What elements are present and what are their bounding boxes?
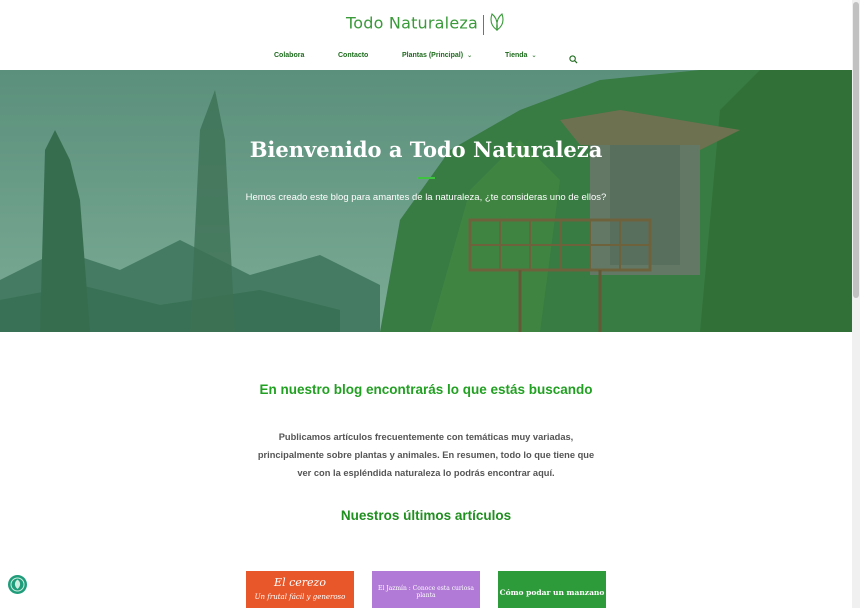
latest-articles-heading: Nuestros últimos artículos (340, 508, 512, 523)
site-header: Todo Naturaleza Colabora Contacto Planta… (0, 0, 852, 70)
nav-item-contacto[interactable]: Contacto (338, 52, 368, 59)
hero-title: Bienvenido a Todo Naturaleza (249, 137, 603, 162)
nav-item-label: Colabora (274, 52, 305, 59)
nav-item-label: Contacto (338, 52, 369, 59)
chevron-down-icon: ⌄ (531, 53, 537, 59)
article-card-title: El Jazmín : Conoce esta curiosa planta (378, 585, 474, 599)
leaf-badge-icon (10, 577, 25, 592)
vertical-scrollbar[interactable] (852, 0, 860, 608)
nav-item-plantas[interactable]: Plantas (Principal) ⌄ (402, 52, 472, 59)
hero-banner: Bienvenido a Todo Naturaleza Hemos cread… (0, 70, 852, 332)
article-card-title: Cómo podar un manzano (499, 588, 605, 597)
nav-item-label: Plantas (Principal) (402, 52, 464, 59)
intro-heading: En nuestro blog encontrarás lo que estás… (259, 382, 593, 397)
article-card-cerezo[interactable]: El cerezo Un frutal fácil y generoso (246, 571, 354, 608)
article-card-manzano[interactable]: Cómo podar un manzano (498, 571, 606, 608)
scrollbar-thumb[interactable] (853, 2, 859, 298)
floating-action-button[interactable] (8, 575, 27, 594)
article-card-subtitle: Un frutal fácil y generoso (254, 593, 346, 601)
hero-subtitle: Hemos creado este blog para amantes de l… (245, 192, 607, 203)
article-card-jazmin[interactable]: El Jazmín : Conoce esta curiosa planta (372, 571, 480, 608)
logo-separator (482, 14, 484, 35)
article-card-title: El cerezo (274, 576, 326, 589)
nav-item-colabora[interactable]: Colabora (274, 52, 304, 59)
search-icon[interactable] (569, 51, 578, 69)
logo-text: Todo Naturaleza (346, 13, 478, 33)
leaf-icon (488, 12, 506, 37)
nav-item-tienda[interactable]: Tienda ⌄ (505, 52, 536, 59)
site-logo[interactable]: Todo Naturaleza (0, 12, 852, 37)
intro-paragraph: Publicamos artículos frecuentemente con … (257, 432, 595, 478)
main-nav: Colabora Contacto Plantas (Principal) ⌄ T… (0, 52, 852, 64)
hero-divider (417, 177, 435, 179)
nav-item-label: Tienda (505, 52, 528, 59)
chevron-down-icon: ⌄ (467, 53, 473, 59)
